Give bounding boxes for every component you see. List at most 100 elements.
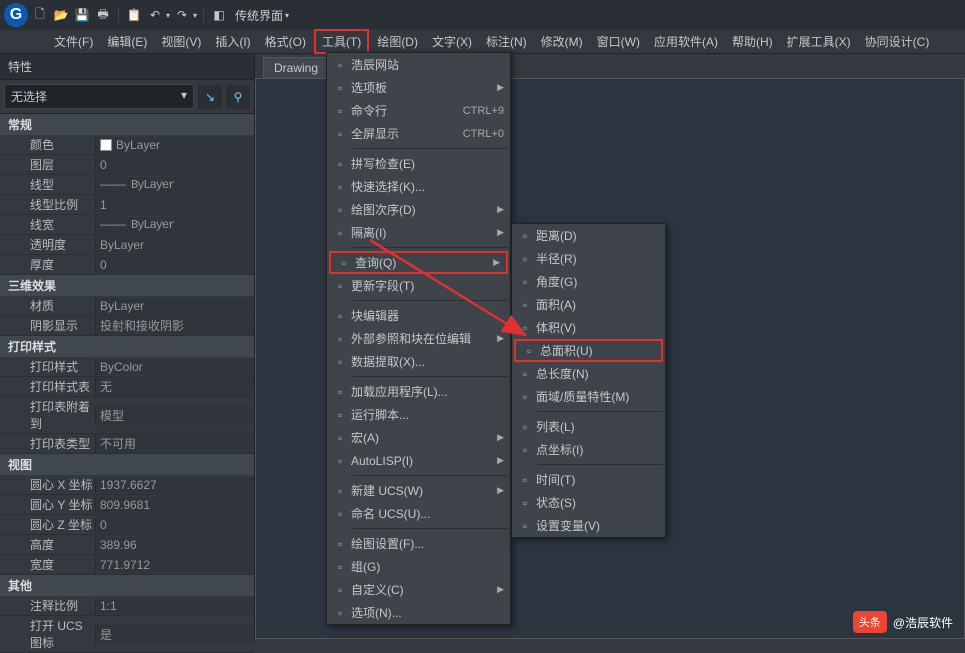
open-icon[interactable]: 📂	[52, 6, 70, 24]
menu-item[interactable]: ▫新建 UCS(W)▶	[327, 479, 510, 502]
drawing-tab[interactable]: Drawing	[263, 57, 329, 78]
menu-icon: ▫	[329, 81, 351, 95]
section-header[interactable]: 视图	[0, 454, 254, 475]
property-value[interactable]: 无	[95, 377, 254, 396]
submenu-arrow-icon: ▶	[497, 432, 504, 443]
menu-item[interactable]: ▫浩辰网站	[327, 53, 510, 76]
property-value[interactable]: 0	[95, 517, 254, 533]
menu-item[interactable]: ▫选项板▶	[327, 76, 510, 99]
menu-item[interactable]: ▫宏(A)▶	[327, 426, 510, 449]
menu-item[interactable]: ▫加载应用程序(L)...	[327, 380, 510, 403]
section-header[interactable]: 打印样式	[0, 336, 254, 357]
undo-icon[interactable]: ↶	[146, 6, 164, 24]
menu-item[interactable]: ▫列表(L)	[512, 415, 665, 438]
menu-item[interactable]: 扩展工具(X)	[781, 31, 857, 52]
menu-item[interactable]: ▫选项(N)...	[327, 601, 510, 624]
chevron-down-icon[interactable]: ▾	[166, 11, 170, 20]
menu-item[interactable]: ▫绘图设置(F)...	[327, 532, 510, 555]
chevron-down-icon[interactable]: ▾	[285, 11, 289, 20]
property-value[interactable]: 771.9712	[95, 557, 254, 573]
section-header[interactable]: 三维效果	[0, 275, 254, 296]
menu-item[interactable]: ▫更新字段(T)	[327, 274, 510, 297]
section-header[interactable]: 其他	[0, 575, 254, 596]
quick-select-icon[interactable]: ⚲	[226, 85, 250, 109]
new-icon[interactable]: 🗋	[31, 6, 49, 24]
submenu-arrow-icon: ▶	[497, 82, 504, 93]
menu-item[interactable]: ▫隔离(I)▶	[327, 221, 510, 244]
menu-item[interactable]: ▫全屏显示CTRL+0	[327, 122, 510, 145]
menu-item[interactable]: 工具(T)	[314, 29, 369, 54]
menu-item[interactable]: ▫组(G)	[327, 555, 510, 578]
menu-item[interactable]: 编辑(E)	[101, 31, 153, 52]
menu-item[interactable]: ▫命名 UCS(U)...	[327, 502, 510, 525]
menu-item[interactable]: 应用软件(A)	[648, 31, 724, 52]
color-swatch	[100, 139, 112, 151]
property-value[interactable]: 1937.6627	[95, 477, 254, 493]
property-value[interactable]: 809.9681	[95, 497, 254, 513]
menu-item[interactable]: ▫自定义(C)▶	[327, 578, 510, 601]
property-value[interactable]: 0	[95, 157, 254, 173]
menu-item[interactable]: ▫状态(S)	[512, 491, 665, 514]
menu-item[interactable]: ▫半径(R)	[512, 247, 665, 270]
menu-item[interactable]: ▫时间(T)	[512, 468, 665, 491]
property-value[interactable]: ———— ByLayer	[95, 217, 254, 233]
menu-item[interactable]: 标注(N)	[480, 31, 533, 52]
menu-item[interactable]: ▫块编辑器	[327, 304, 510, 327]
menu-item[interactable]: ▫运行脚本...	[327, 403, 510, 426]
copy-icon[interactable]: 📋	[125, 6, 143, 24]
property-value[interactable]: 是	[95, 625, 254, 644]
filter-icon[interactable]: ↘	[198, 85, 222, 109]
menu-item[interactable]: ▫总面积(U)	[514, 339, 663, 362]
menu-item[interactable]: ▫设置变量(V)	[512, 514, 665, 537]
property-value[interactable]: 389.96	[95, 537, 254, 553]
menu-item[interactable]: ▫数据提取(X)...	[327, 350, 510, 373]
menu-item[interactable]: ▫命令行CTRL+9	[327, 99, 510, 122]
section-header[interactable]: 常规	[0, 114, 254, 135]
menu-item[interactable]: 协同设计(C)	[859, 31, 936, 52]
menu-item[interactable]: ▫拼写检查(E)	[327, 152, 510, 175]
property-value[interactable]: 1	[95, 197, 254, 213]
menu-item[interactable]: 绘图(D)	[371, 31, 424, 52]
property-value[interactable]: 不可用	[95, 434, 254, 453]
menu-item[interactable]: 格式(O)	[259, 31, 312, 52]
menu-item[interactable]: 文字(X)	[426, 31, 478, 52]
menu-item[interactable]: ▫绘图次序(D)▶	[327, 198, 510, 221]
menu-item[interactable]: 插入(I)	[209, 31, 256, 52]
menu-label: 更新字段(T)	[351, 277, 504, 294]
chevron-down-icon[interactable]: ▾	[193, 11, 197, 20]
property-value[interactable]: ByLayer	[95, 237, 254, 253]
property-value[interactable]: 1:1	[95, 598, 254, 614]
menu-item[interactable]: ▫体积(V)	[512, 316, 665, 339]
menu-item[interactable]: 帮助(H)	[726, 31, 779, 52]
menu-item[interactable]: ▫面域/质量特性(M)	[512, 385, 665, 408]
menu-item[interactable]: ▫点坐标(I)	[512, 438, 665, 461]
menu-item[interactable]: ▫外部参照和块在位编辑▶	[327, 327, 510, 350]
property-label: 打开 UCS 图标	[0, 616, 95, 652]
menu-item[interactable]: ▫角度(G)	[512, 270, 665, 293]
app-logo[interactable]: G	[4, 3, 28, 27]
menu-icon: ▫	[329, 408, 351, 422]
save-icon[interactable]: 💾	[73, 6, 91, 24]
property-value[interactable]: 0	[95, 257, 254, 273]
menu-item[interactable]: ▫AutoLISP(I)▶	[327, 449, 510, 472]
selection-combo[interactable]: 无选择 ▾	[4, 84, 194, 109]
menu-item[interactable]: 文件(F)	[48, 31, 99, 52]
menu-item[interactable]: ▫快速选择(K)...	[327, 175, 510, 198]
menu-item[interactable]: 修改(M)	[535, 31, 589, 52]
skin-icon[interactable]: ◧	[210, 6, 228, 24]
property-value[interactable]: ByLayer	[95, 298, 254, 314]
menu-item[interactable]: 视图(V)	[155, 31, 207, 52]
property-value[interactable]: 投射和接收阴影	[95, 316, 254, 335]
redo-icon[interactable]: ↷	[173, 6, 191, 24]
menu-item[interactable]: 窗口(W)	[591, 31, 646, 52]
menu-item[interactable]: ▫距离(D)	[512, 224, 665, 247]
property-value[interactable]: 模型	[95, 406, 254, 425]
property-value[interactable]: ByColor	[95, 359, 254, 375]
print-icon[interactable]: 🖶	[94, 6, 112, 24]
menu-item[interactable]: ▫面积(A)	[512, 293, 665, 316]
property-value[interactable]: ByLayer	[95, 137, 254, 153]
menu-item[interactable]: ▫总长度(N)	[512, 362, 665, 385]
menu-item[interactable]: ▫查询(Q)▶	[329, 251, 508, 274]
submenu-arrow-icon: ▶	[497, 584, 504, 595]
property-value[interactable]: ———— ByLayer	[95, 177, 254, 193]
